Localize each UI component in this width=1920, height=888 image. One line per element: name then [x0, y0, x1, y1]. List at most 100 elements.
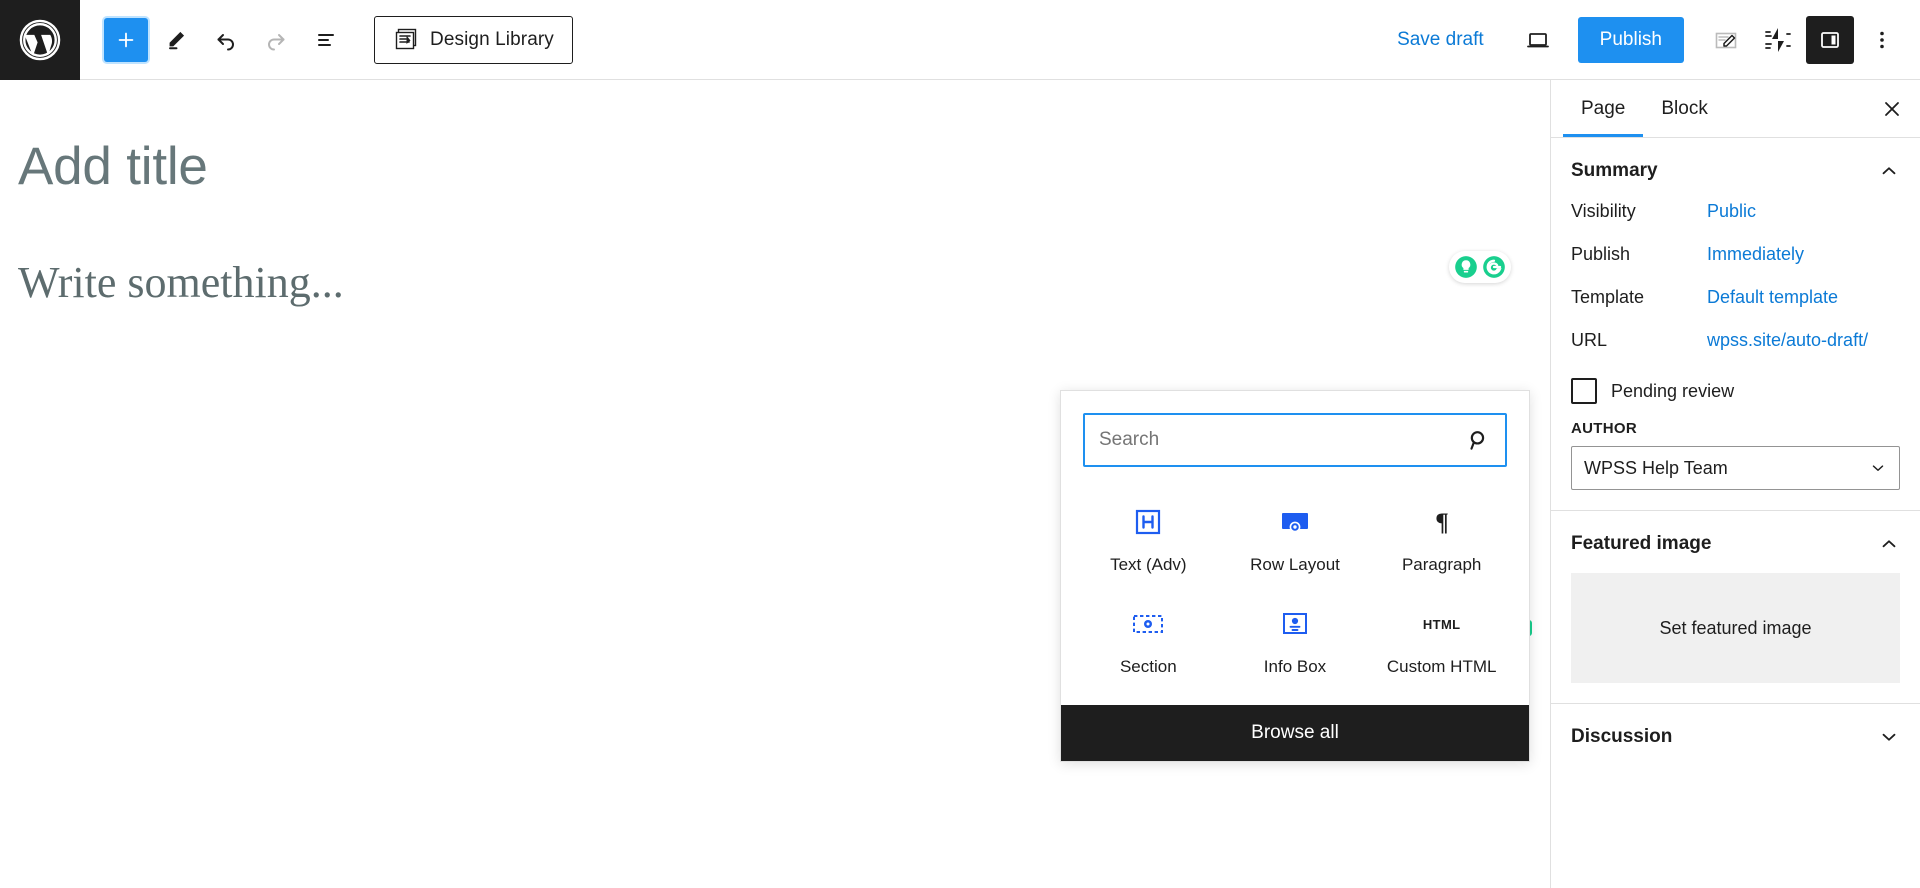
pending-review-checkbox[interactable] [1571, 378, 1597, 405]
pilcrow-icon: ¶ [1429, 507, 1455, 537]
desktop-preview-icon [1526, 32, 1549, 47]
block-label: Paragraph [1401, 555, 1482, 574]
pending-review-label[interactable]: Pending review [1611, 381, 1734, 402]
pencil-icon [169, 31, 185, 49]
summary-row-publish: Publish Immediately [1571, 243, 1900, 266]
inserter-search-field[interactable] [1083, 413, 1507, 467]
tab-page[interactable]: Page [1563, 80, 1644, 137]
set-featured-image-label: Set featured image [1659, 617, 1812, 638]
more-options-button[interactable] [1858, 16, 1906, 64]
close-icon [1885, 101, 1899, 116]
publish-button[interactable]: Publish [1577, 16, 1684, 63]
grammarly-g-icon [1483, 256, 1505, 278]
author-select[interactable]: WPSS Help Team [1571, 446, 1900, 491]
list-view-button[interactable] [304, 18, 348, 62]
redo-icon [268, 33, 285, 50]
block-item-row-layout[interactable]: Row Layout [1222, 495, 1369, 587]
block-item-custom-html[interactable]: HTML Custom HTML [1368, 597, 1515, 689]
set-featured-image-button[interactable]: Set featured image [1571, 573, 1900, 684]
sidebar-panel-icon [1821, 31, 1839, 48]
preview-button[interactable] [1514, 16, 1562, 64]
sidebar-tabs: Page Block [1551, 80, 1920, 138]
toolbar-right-group: Save draft Publish [1383, 15, 1920, 64]
editor-top-toolbar: Design Library Save draft Publish [0, 0, 1920, 80]
redo-button[interactable] [254, 18, 298, 62]
chevron-up-icon [1882, 167, 1896, 175]
block-label: Info Box [1263, 657, 1327, 676]
author-label: AUTHOR [1571, 420, 1637, 438]
summary-row-template: Template Default template [1571, 286, 1900, 309]
settings-sidebar-toggle[interactable] [1806, 15, 1854, 64]
row-key: URL [1571, 330, 1608, 351]
row-key: Visibility [1571, 201, 1636, 221]
design-library-button[interactable]: Design Library [374, 15, 573, 64]
discussion-panel-header[interactable]: Discussion [1551, 704, 1920, 770]
featured-image-panel-header[interactable]: Featured image [1571, 533, 1900, 555]
jetpack-icon [1765, 27, 1791, 52]
post-settings-button[interactable] [1702, 16, 1750, 64]
design-library-icon [395, 28, 417, 49]
publish-value-button[interactable]: Immediately [1707, 243, 1900, 266]
post-title-input[interactable]: Add title [18, 136, 208, 197]
info-box-icon [1281, 609, 1309, 639]
featured-image-title: Featured image [1571, 533, 1712, 555]
block-label: Row Layout [1250, 555, 1340, 574]
chevron-up-icon [1882, 540, 1896, 548]
browse-all-button[interactable]: Browse all [1061, 705, 1529, 761]
svg-text:¶: ¶ [1435, 509, 1449, 536]
block-label: Custom HTML [1386, 657, 1497, 676]
undo-button[interactable] [204, 18, 248, 62]
template-value-button[interactable]: Default template [1707, 286, 1900, 309]
block-type-grid: Text (Adv) Row Layout ¶ Paragraph Sectio… [1061, 473, 1529, 705]
summary-row-visibility: Visibility Public [1571, 200, 1900, 223]
inserter-search-wrap [1061, 391, 1529, 473]
block-item-paragraph[interactable]: ¶ Paragraph [1368, 495, 1515, 587]
search-input[interactable] [1085, 415, 1465, 465]
edit-tool-button[interactable] [154, 18, 198, 62]
block-label: Section [1119, 657, 1177, 676]
editor-tools [104, 17, 348, 62]
custom-html-icon: HTML [1422, 616, 1461, 632]
search-icon [1465, 427, 1505, 453]
summary-row-url: URL wpss.site/auto-draft/ [1571, 329, 1900, 352]
writing-assistant-widget[interactable] [1449, 251, 1511, 283]
row-layout-icon [1280, 507, 1310, 537]
summary-title: Summary [1571, 160, 1658, 181]
more-vertical-icon [1880, 31, 1884, 48]
section-icon [1132, 609, 1164, 639]
summary-panel-header[interactable]: Summary [1571, 160, 1900, 182]
row-key: Template [1571, 287, 1645, 308]
url-value-button[interactable]: wpss.site/auto-draft/ [1707, 329, 1900, 352]
row-key: Publish [1571, 244, 1631, 265]
discussion-head-inner: Discussion [1571, 726, 1900, 748]
undo-icon [217, 33, 234, 50]
wordpress-block-editor: Design Library Save draft Publish Add ti… [0, 0, 1920, 888]
design-library-label: Design Library [430, 28, 554, 50]
block-item-section[interactable]: Section [1075, 597, 1222, 689]
post-content-placeholder[interactable]: Write something... [18, 257, 344, 308]
featured-image-panel: Featured image Set featured image [1551, 511, 1920, 705]
block-item-info-box[interactable]: Info Box [1222, 597, 1369, 689]
block-inserter-popover: Text (Adv) Row Layout ¶ [1060, 390, 1530, 762]
lightbulb-icon [1455, 256, 1477, 278]
heading-h-icon [1134, 507, 1162, 537]
summary-panel: Summary Visibility Public Publish Immedi… [1551, 138, 1920, 512]
tab-block[interactable]: Block [1643, 80, 1725, 137]
list-view-icon [318, 33, 334, 46]
author-selected-value: WPSS Help Team [1584, 457, 1728, 478]
settings-sidebar: Page Block Summary Visibility Public Pub… [1551, 80, 1920, 888]
block-item-text-adv[interactable]: Text (Adv) [1075, 495, 1222, 587]
edit-box-icon [1715, 32, 1737, 48]
chevron-down-icon [1882, 733, 1896, 741]
close-sidebar-button[interactable] [1864, 80, 1920, 137]
discussion-title: Discussion [1571, 726, 1673, 748]
block-label: Text (Adv) [1110, 555, 1187, 574]
chevron-down-icon [1872, 465, 1884, 472]
wordpress-logo-icon[interactable] [0, 0, 80, 80]
visibility-value-button[interactable]: Public [1707, 200, 1900, 223]
jetpack-button[interactable] [1754, 16, 1802, 64]
save-draft-button[interactable]: Save draft [1383, 21, 1498, 59]
add-block-button[interactable] [104, 17, 148, 62]
pending-review-row: Pending review [1571, 378, 1900, 405]
plus-icon [118, 32, 134, 47]
